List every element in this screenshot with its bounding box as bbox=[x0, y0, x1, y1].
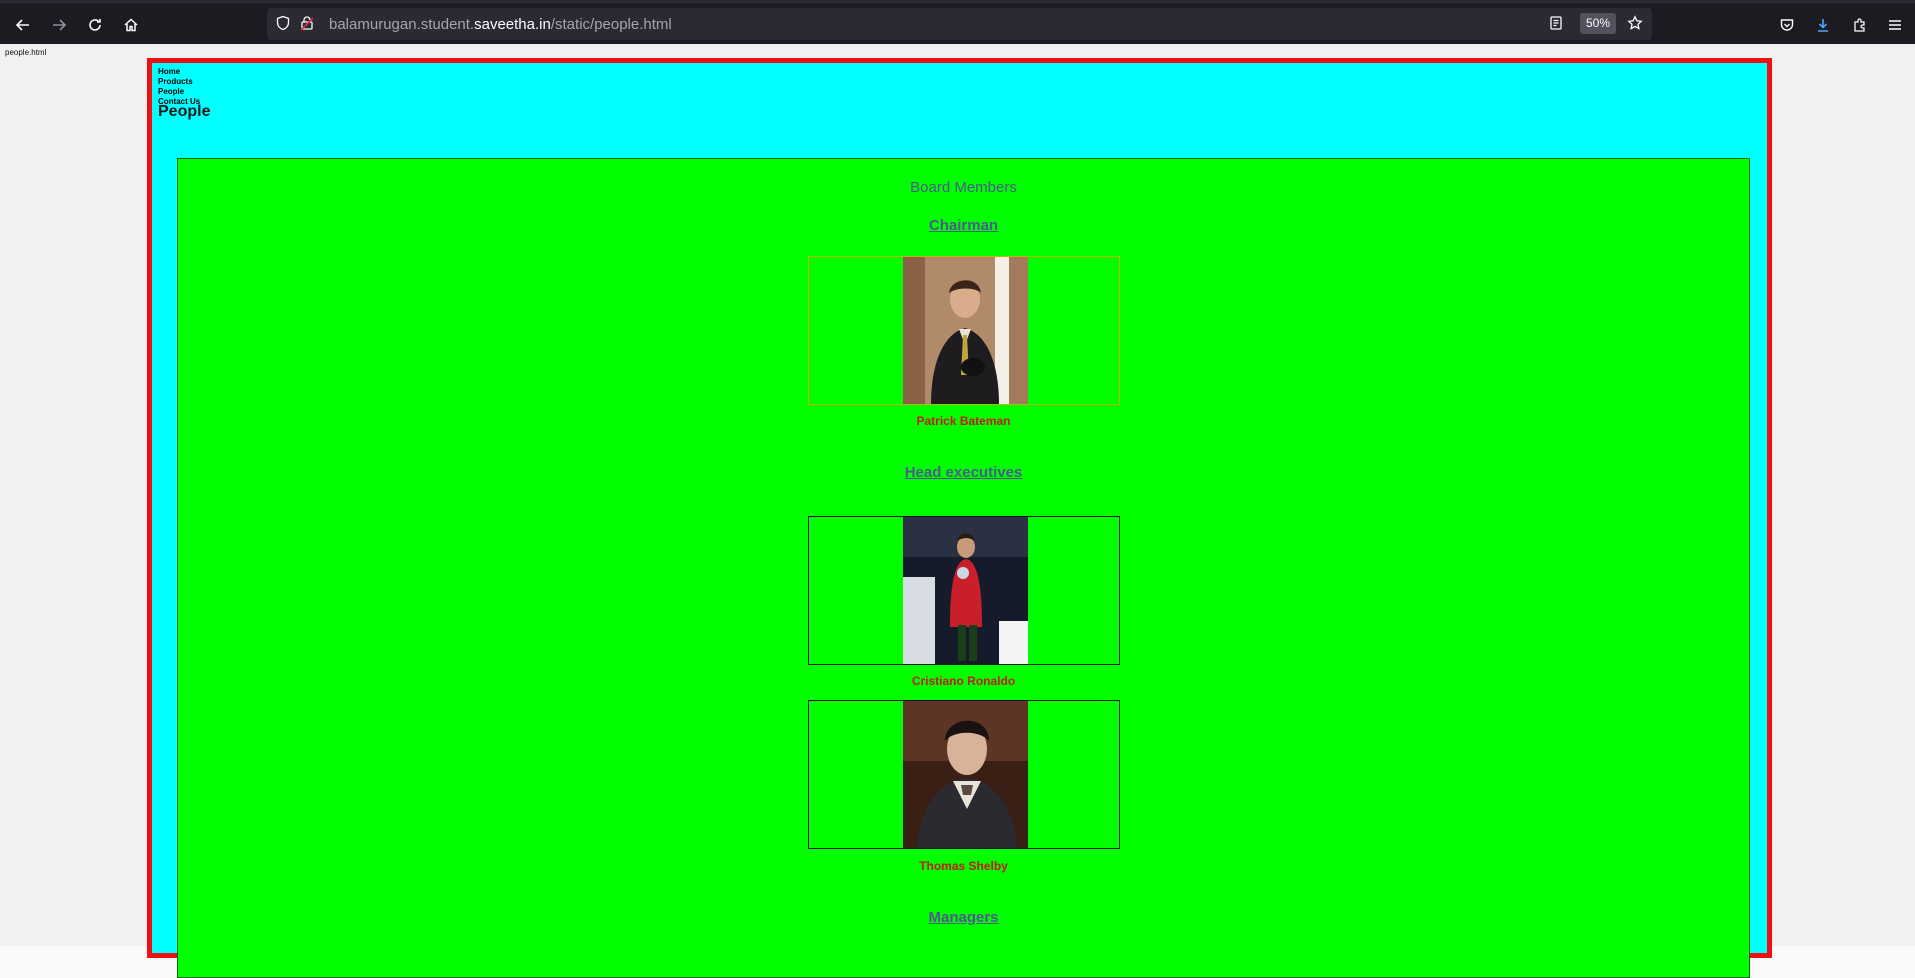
managers-heading-link[interactable]: Managers bbox=[178, 909, 1749, 926]
downloads-button[interactable] bbox=[1808, 10, 1838, 40]
chairman-photo bbox=[903, 257, 1028, 404]
exec1-photo-frame bbox=[808, 516, 1120, 665]
file-label: people.html bbox=[5, 48, 47, 57]
url-text[interactable]: balamurugan.student.saveetha.in/static/p… bbox=[329, 16, 672, 33]
puzzle-icon bbox=[1854, 18, 1865, 32]
home-button[interactable] bbox=[116, 10, 146, 40]
nav-link-home[interactable]: Home bbox=[158, 67, 200, 77]
page-viewport: people.html Home Products People Contact… bbox=[0, 44, 1915, 978]
board-members-box: Board Members Chairman Patrick Bateman H… bbox=[177, 158, 1750, 978]
browser-toolbar: balamurugan.student.saveetha.in/static/p… bbox=[0, 0, 1915, 44]
back-arrow-icon bbox=[15, 19, 29, 31]
reader-view-icon[interactable] bbox=[1548, 15, 1566, 33]
chairman-name: Patrick Bateman bbox=[916, 414, 1011, 428]
nav-menu: Home Products People Contact Us bbox=[158, 67, 200, 107]
menu-button[interactable] bbox=[1880, 10, 1910, 40]
board-members-title: Board Members bbox=[910, 179, 1017, 196]
hamburger-menu-icon bbox=[1889, 20, 1901, 30]
home-icon bbox=[124, 18, 138, 32]
exec1-name: Cristiano Ronaldo bbox=[911, 674, 1016, 688]
nav-link-products[interactable]: Products bbox=[158, 77, 200, 87]
back-button[interactable] bbox=[8, 10, 38, 40]
lock-insecure-icon[interactable] bbox=[299, 15, 317, 33]
chairman-heading-link[interactable]: Chairman bbox=[178, 217, 1749, 234]
download-icon bbox=[1818, 19, 1828, 32]
bookmark-star-icon[interactable] bbox=[1627, 15, 1645, 33]
exec2-photo bbox=[903, 701, 1028, 848]
exec1-photo bbox=[903, 517, 1028, 664]
forward-arrow-icon bbox=[53, 19, 67, 31]
url-bar[interactable]: balamurugan.student.saveetha.in/static/p… bbox=[267, 8, 1652, 40]
extensions-button[interactable] bbox=[1845, 10, 1875, 40]
pocket-icon bbox=[1780, 19, 1794, 31]
shield-icon[interactable] bbox=[275, 15, 293, 33]
exec2-name: Thomas Shelby bbox=[919, 859, 1008, 873]
exec2-photo-frame bbox=[808, 700, 1120, 849]
zoom-level-badge[interactable]: 50% bbox=[1580, 13, 1617, 34]
nav-link-people[interactable]: People bbox=[158, 87, 200, 97]
page-title: People bbox=[158, 103, 211, 120]
chairman-photo-frame bbox=[808, 256, 1120, 405]
forward-button[interactable] bbox=[44, 10, 74, 40]
outer-container: Home Products People Contact Us People B… bbox=[147, 58, 1772, 978]
head-executives-heading-link[interactable]: Head executives bbox=[178, 464, 1749, 481]
reload-icon bbox=[89, 19, 101, 31]
pocket-button[interactable] bbox=[1772, 10, 1802, 40]
reload-button[interactable] bbox=[80, 10, 110, 40]
